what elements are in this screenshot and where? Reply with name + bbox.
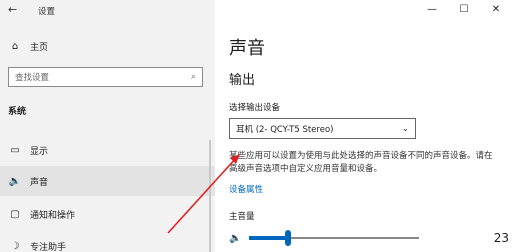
notification-icon: ▢ — [10, 208, 20, 220]
section-header: 系统 — [8, 107, 27, 117]
output-device-label: 选择输出设备 — [229, 103, 281, 113]
sidebar-scrollbar[interactable] — [209, 140, 211, 252]
page-title: 声音 — [229, 38, 265, 59]
sidebar-item-label: 声音 — [30, 177, 49, 188]
monitor-icon: ▭ — [10, 144, 20, 156]
volume-slider[interactable] — [249, 230, 419, 246]
volume-value: 23 — [493, 231, 509, 245]
app-title: 设置 — [38, 7, 56, 17]
output-heading: 输出 — [229, 73, 256, 88]
sidebar-item-focus-assist[interactable]: ☽ 专注助手 — [0, 231, 215, 252]
volume-fill — [249, 236, 289, 240]
master-volume-label: 主音量 — [229, 212, 255, 222]
volume-thumb[interactable] — [285, 230, 292, 246]
close-button[interactable]: ✕ — [480, 0, 512, 18]
home-label: 主页 — [30, 43, 49, 53]
sidebar-item-label: 通知和操作 — [30, 210, 76, 221]
minimize-button[interactable]: — — [416, 0, 448, 18]
device-properties-link[interactable]: 设备属性 — [229, 183, 263, 195]
sidebar-item-label: 显示 — [30, 146, 49, 157]
sidebar-item-sound[interactable]: 🔈 声音 — [0, 166, 215, 196]
speaker-icon: 🔈 — [8, 175, 22, 187]
main-panel: — ☐ ✕ 声音 输出 选择输出设备 耳机 (2- QCY-T5 Stereo)… — [215, 0, 512, 252]
window-controls: — ☐ ✕ — [416, 0, 512, 18]
maximize-button[interactable]: ☐ — [448, 0, 480, 18]
back-arrow-icon[interactable]: ← — [8, 3, 17, 16]
output-device-value: 耳机 (2- QCY-T5 Stereo) — [236, 124, 334, 135]
speaker-icon[interactable]: 🔈 — [229, 233, 243, 244]
chevron-down-icon: ⌄ — [401, 123, 409, 134]
search-box[interactable]: 查找设置 ⌕ — [8, 67, 203, 87]
sidebar: ← 设置 ⌂ 主页 查找设置 ⌕ 系统 ▭ 显示 🔈 声音 ▢ 通知和操作 ☽ … — [0, 0, 215, 252]
home-icon: ⌂ — [11, 41, 19, 52]
sidebar-item-label: 专注助手 — [30, 242, 67, 252]
sidebar-item-notifications[interactable]: ▢ 通知和操作 — [0, 199, 215, 229]
sidebar-item-display[interactable]: ▭ 显示 — [0, 135, 215, 165]
master-volume-row: 🔈 23 — [229, 230, 509, 246]
home-nav[interactable]: ⌂ 主页 — [8, 40, 48, 53]
output-description: 某些应用可以设置为使用与此处选择的声音设备不同的声音设备。请在高级声音选项中自定… — [229, 151, 493, 174]
search-icon[interactable]: ⌕ — [191, 72, 196, 82]
search-input[interactable]: 查找设置 — [15, 71, 191, 83]
output-device-dropdown[interactable]: 耳机 (2- QCY-T5 Stereo) ⌄ — [229, 118, 416, 139]
focus-assist-icon: ☽ — [10, 240, 20, 252]
